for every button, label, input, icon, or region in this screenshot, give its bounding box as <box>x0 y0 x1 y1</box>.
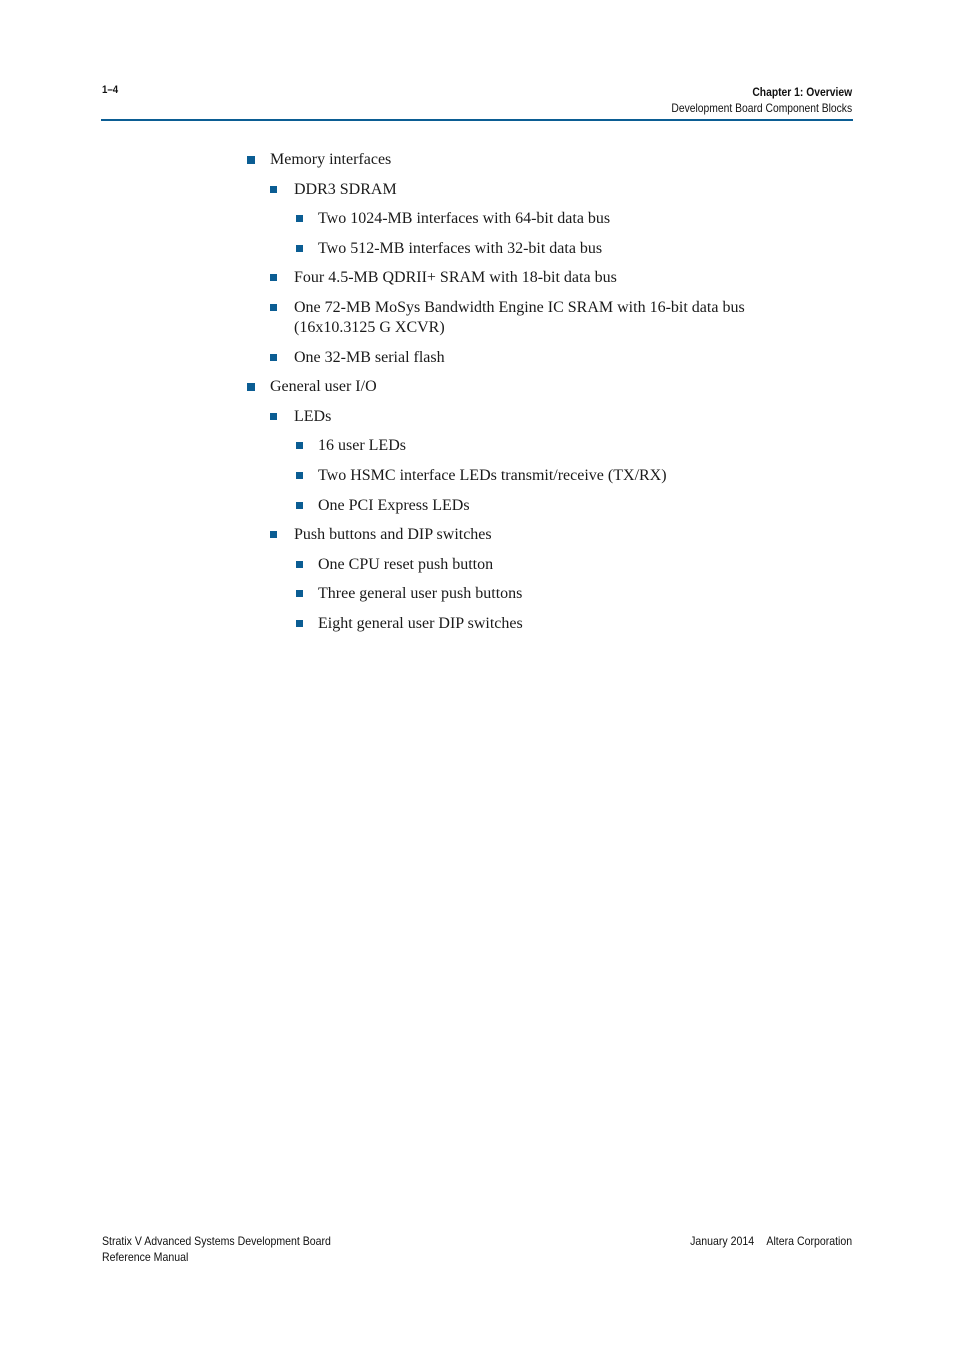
square-bullet-icon <box>296 501 303 509</box>
list-item-text: General user I/O <box>270 378 377 396</box>
square-bullet-icon <box>296 620 303 627</box>
publication-date: January 2014 <box>689 1234 754 1248</box>
list-item-text: One 72-MB MoSys Bandwidth Engine IC SRAM… <box>294 299 745 316</box>
footer-meta: January 2014 Altera Corporation <box>690 1233 852 1249</box>
square-bullet-icon <box>296 590 303 598</box>
square-bullet-icon <box>296 472 303 479</box>
square-bullet-icon <box>270 531 277 539</box>
square-bullet-icon <box>270 304 277 311</box>
list-item-text: One CPU reset push button <box>318 555 494 573</box>
list-item-text: Two 512-MB interfaces with 32-bit data b… <box>318 239 603 257</box>
square-bullet-icon <box>247 156 255 164</box>
list-item-text: Push buttons and DIP switches <box>294 526 492 544</box>
company-name: Altera Corporation <box>766 1234 852 1248</box>
running-header: Chapter 1: Overview Development Board Co… <box>642 84 852 116</box>
square-bullet-icon <box>296 215 303 223</box>
document-title: Stratix V Advanced Systems Development B… <box>102 1233 362 1265</box>
list-item-text: 16 user LEDs <box>318 437 406 455</box>
list-item-text: One PCI Express LEDs <box>318 496 470 514</box>
list-item-text: Three general user push buttons <box>318 585 523 603</box>
document-title-line1: Stratix V Advanced Systems Development B… <box>102 1234 331 1248</box>
list-item-text: Eight general user DIP switches <box>318 615 523 632</box>
list-item-text: LEDs <box>294 407 332 425</box>
list-item-continuation: (16x10.3125 G XCVR) <box>294 319 445 336</box>
square-bullet-icon <box>270 185 277 193</box>
square-bullet-icon <box>296 442 303 450</box>
page-number: 1–4 <box>102 84 119 96</box>
header-divider <box>101 119 853 121</box>
square-bullet-icon <box>270 353 277 361</box>
square-bullet-icon <box>296 560 303 568</box>
square-bullet-icon <box>270 412 277 420</box>
list-item-text: Two HSMC interface LEDs transmit/receive… <box>318 467 667 484</box>
list-item-text: Two 1024-MB interfaces with 64-bit data … <box>318 210 611 228</box>
list-item-text: Memory interfaces <box>270 151 392 168</box>
list-item-text: Four 4.5-MB QDRII+ SRAM with 18-bit data… <box>294 269 617 287</box>
section-title: Development Board Component Blocks <box>671 101 852 115</box>
square-bullet-icon <box>296 244 303 252</box>
list-item-text: DDR3 SDRAM <box>294 180 397 198</box>
document-title-line2: Reference Manual <box>102 1250 189 1264</box>
square-bullet-icon <box>270 274 277 282</box>
chapter-title: Chapter 1: Overview <box>752 85 852 99</box>
square-bullet-icon <box>247 383 255 392</box>
list-item-text: One 32-MB serial flash <box>294 348 445 366</box>
